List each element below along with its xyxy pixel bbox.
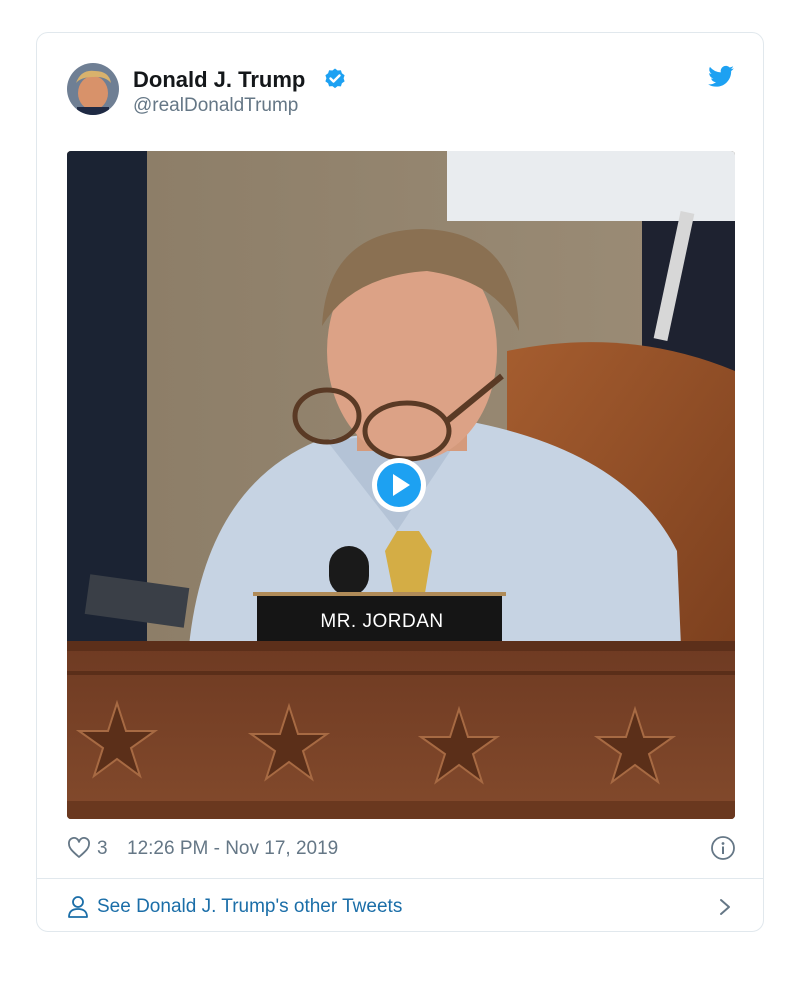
author-avatar[interactable] bbox=[67, 63, 119, 115]
nameplate-text: MR. JORDAN bbox=[320, 611, 444, 632]
chevron-right-icon[interactable] bbox=[715, 895, 735, 919]
embedded-tweet-card: Donald J. Trump @realDonaldTrump MR. JOR… bbox=[36, 32, 764, 932]
tweet-timestamp[interactable]: 12:26 PM - Nov 17, 2019 bbox=[127, 838, 338, 860]
twitter-bird-icon[interactable] bbox=[707, 63, 735, 91]
play-icon[interactable] bbox=[370, 456, 428, 514]
footer-divider bbox=[37, 878, 763, 879]
heart-icon[interactable] bbox=[67, 837, 91, 859]
info-icon[interactable] bbox=[710, 835, 736, 861]
verified-badge-icon bbox=[325, 68, 345, 89]
author-name[interactable]: Donald J. Trump bbox=[133, 67, 305, 93]
tweet-footer: 3 12:26 PM - Nov 17, 2019 bbox=[67, 833, 735, 865]
like-count[interactable]: 3 bbox=[97, 838, 108, 860]
see-other-tweets-link[interactable]: See Donald J. Trump's other Tweets bbox=[67, 891, 735, 923]
desk-stars bbox=[75, 699, 677, 785]
tweet-video[interactable]: MR. JORDAN bbox=[67, 151, 735, 819]
person-icon bbox=[68, 896, 88, 918]
author-handle[interactable]: @realDonaldTrump bbox=[133, 95, 298, 117]
see-other-tweets-label[interactable]: See Donald J. Trump's other Tweets bbox=[97, 896, 402, 918]
